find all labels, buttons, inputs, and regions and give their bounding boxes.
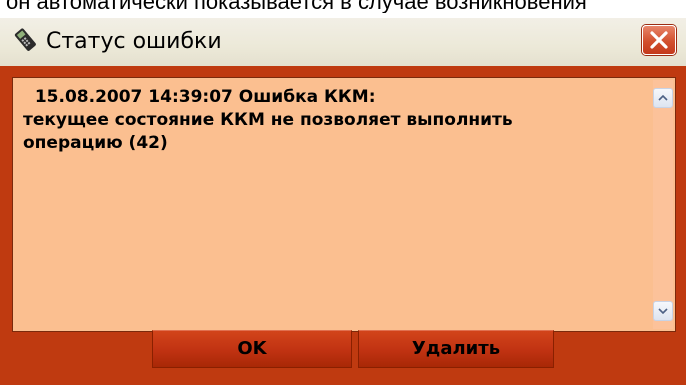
delete-button[interactable]: Удалить [358,330,554,368]
title-bar: Статус ошибки [0,18,686,66]
window-title: Статус ошибки [46,29,222,54]
close-x-icon [650,31,668,49]
scroll-up-button[interactable] [653,88,673,108]
ok-button[interactable]: OK [152,330,352,368]
chevron-down-icon [658,308,668,315]
error-message-text: 15.08.2007 14:39:07 Ошибка ККМ: текущее … [23,87,513,153]
ccm-device-icon [12,27,38,53]
error-status-window: Статус ошибки 15.08.2007 14:39:07 Ошибка… [0,18,686,385]
vertical-scrollbar[interactable] [653,80,673,329]
chevron-up-icon [658,94,668,101]
scroll-down-button[interactable] [653,301,673,321]
close-button[interactable] [642,25,676,55]
error-message-box[interactable]: 15.08.2007 14:39:07 Ошибка ККМ: текущее … [12,77,676,332]
page-caption-text: он автоматически показывается в случае в… [6,0,587,13]
